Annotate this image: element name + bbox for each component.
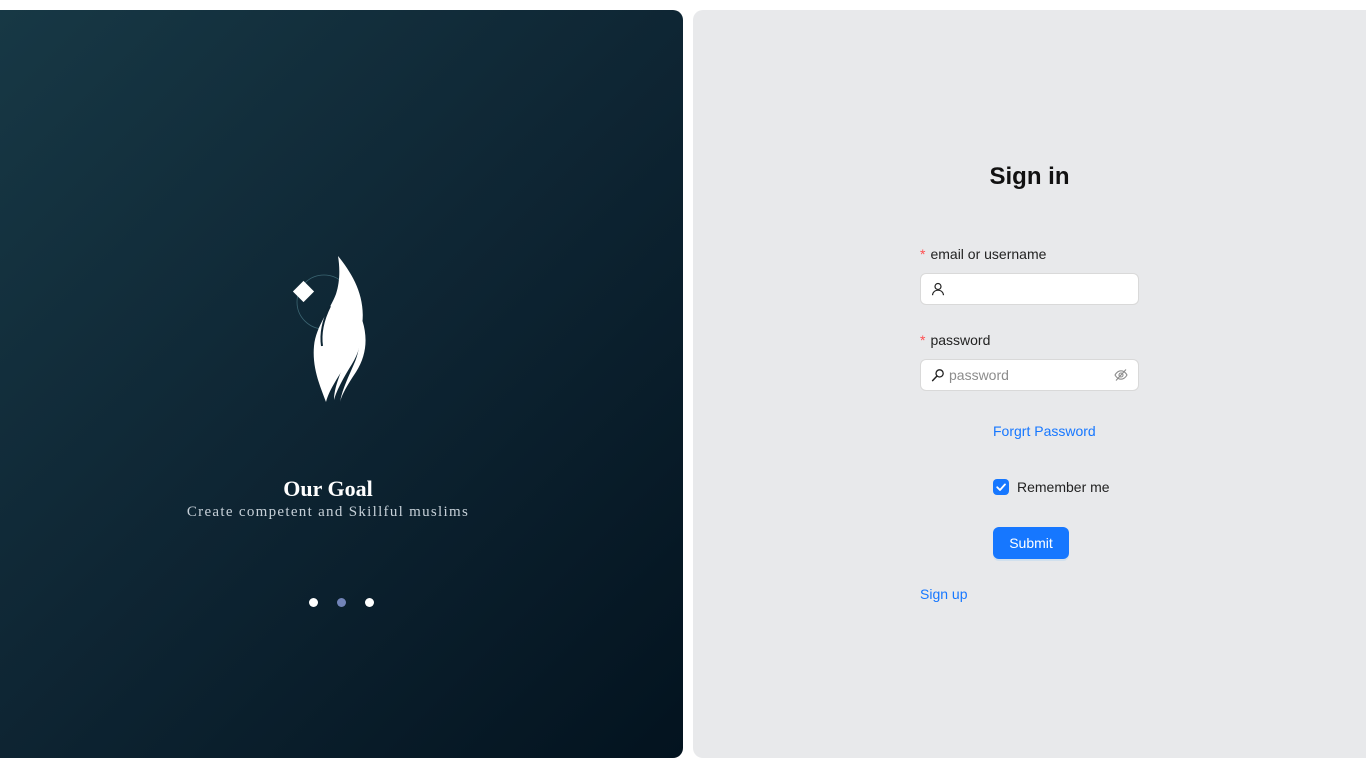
- sign-up-link[interactable]: Sign up: [920, 586, 967, 602]
- key-icon: [931, 368, 945, 382]
- submit-button[interactable]: Submit: [993, 527, 1069, 559]
- carousel-dot-1[interactable]: [309, 598, 318, 607]
- goal-title: Our Goal: [283, 476, 373, 501]
- carousel-dot-3[interactable]: [365, 598, 374, 607]
- goal-subtitle: Create competent and Skillful muslims: [186, 504, 470, 520]
- user-icon: [931, 282, 945, 296]
- remember-checkbox[interactable]: [993, 479, 1009, 495]
- required-marker: *: [920, 246, 926, 262]
- remember-me[interactable]: Remember me: [993, 479, 1110, 495]
- password-field[interactable]: [920, 359, 1139, 391]
- username-field[interactable]: [920, 273, 1139, 305]
- signin-title: Sign in: [989, 163, 1070, 190]
- required-marker: *: [920, 332, 926, 348]
- remember-label: Remember me: [1017, 479, 1110, 495]
- password-label-text: password: [930, 332, 991, 348]
- showcase-panel: Our Goal Create competent and Skillful m…: [0, 10, 683, 758]
- carousel-dot-2[interactable]: [337, 598, 346, 607]
- carousel-dots: [309, 598, 374, 607]
- password-input[interactable]: [945, 361, 1114, 389]
- username-input[interactable]: [945, 275, 1128, 303]
- check-icon: [996, 483, 1006, 491]
- forgot-password-link[interactable]: Forgrt Password: [993, 423, 1096, 439]
- password-label: * password: [920, 332, 990, 348]
- eye-off-icon[interactable]: [1114, 368, 1128, 382]
- signin-panel: Sign in * email or username * password F…: [693, 10, 1366, 758]
- username-label-text: email or username: [930, 246, 1047, 262]
- username-label: * email or username: [920, 246, 1046, 262]
- brand-logo: [292, 256, 366, 402]
